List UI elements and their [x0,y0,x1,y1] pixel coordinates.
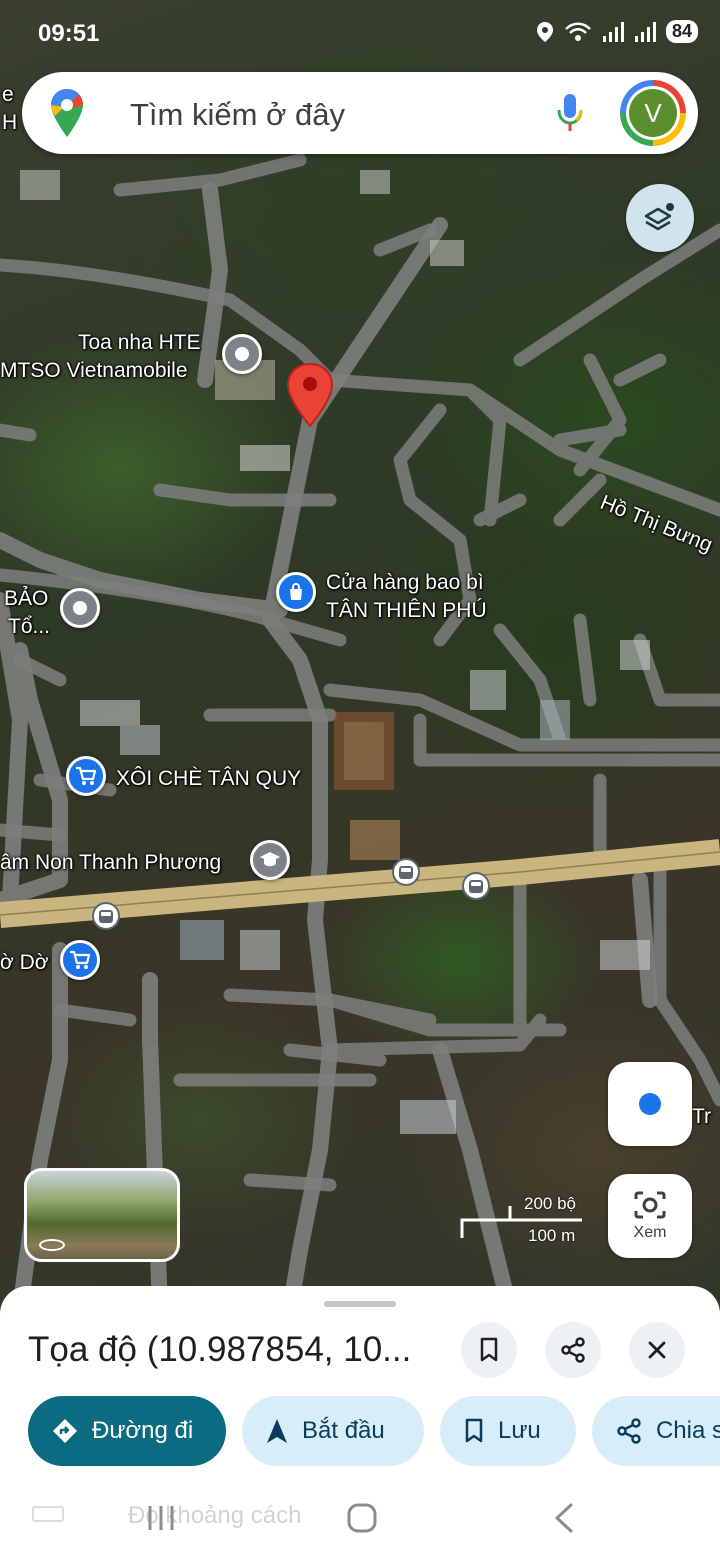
bus-stop-icon[interactable] [462,872,490,900]
shopping-cart-icon [76,766,97,785]
layers-icon [644,203,674,231]
voice-search-button[interactable] [550,90,590,136]
save-label: Lưu [498,1417,541,1444]
drag-handle[interactable] [324,1301,396,1307]
start-chip[interactable]: Bắt đầu [242,1396,424,1466]
poi-label-mam-non[interactable]: âm Non Thanh Phương [0,850,221,875]
status-icons: 84 [536,20,698,43]
bookmark-button[interactable] [461,1322,517,1378]
my-location-button[interactable] [608,1062,692,1146]
edge-label-right: Tr [692,1105,712,1128]
poi-label-cua-hang-1[interactable]: Cửa hàng bao bì [326,570,484,595]
directions-label: Đường đi [92,1417,194,1444]
avatar-letter: V [629,89,677,137]
lens-view-button[interactable]: Xem [608,1174,692,1258]
coordinates-title: Tọa độ (10.987854, 10... [28,1330,412,1369]
poi-pin-cua-hang[interactable] [276,572,316,612]
dropped-pin-icon[interactable] [286,362,334,428]
search-bar[interactable]: Tìm kiếm ở đây V [22,72,698,154]
directions-icon [53,1419,77,1443]
microphone-icon [557,94,583,131]
location-icon [536,21,553,42]
poi-label-mtso[interactable]: MTSO Vietnamobile [0,358,188,383]
my-location-icon [639,1093,661,1115]
recent-apps-button[interactable] [146,1504,176,1532]
poi-label-cua-hang-2[interactable]: TÂN THIÊN PHÚ [326,598,487,623]
back-button[interactable] [552,1502,576,1534]
share-icon [617,1418,641,1444]
poi-label-toa-nha[interactable]: Toa nha HTE [78,330,201,355]
poi-label-o-do[interactable]: ờ Dờ [0,950,49,975]
status-bar: 09:51 84 [0,0,720,64]
bookmark-icon [480,1337,498,1362]
bus-stop-icon[interactable] [392,858,420,886]
system-navigation-bar: Đo khoảng cách [0,1480,720,1560]
status-time: 09:51 [38,20,100,47]
google-maps-logo-icon [51,89,83,137]
poi-pin-bao-to[interactable] [60,588,100,628]
home-button[interactable] [346,1502,378,1534]
account-avatar[interactable]: V [620,80,686,146]
share-label: Chia s [655,1417,720,1444]
ruler-icon [32,1506,64,1522]
street-view-thumbnail[interactable] [24,1168,180,1262]
wifi-icon [565,22,591,41]
edge-label-left-1: e [2,83,14,106]
directions-chip[interactable]: Đường đi [28,1396,226,1466]
poi-dot-icon [73,601,87,615]
action-chips: Đường đi Bắt đầu Lưu Chia s [28,1396,720,1466]
search-input[interactable]: Tìm kiếm ở đây [130,97,345,133]
edge-label-left-2: H [2,111,18,134]
start-label: Bắt đầu [302,1417,385,1444]
share-chip[interactable]: Chia s [592,1396,720,1466]
battery-indicator: 84 [665,20,698,43]
navigation-arrow-icon [267,1419,287,1443]
share-button[interactable] [545,1322,601,1378]
bus-stop-icon[interactable] [92,902,120,930]
save-chip[interactable]: Lưu [440,1396,576,1466]
poi-dot-icon [235,347,249,361]
poi-pin-toa-nha[interactable] [222,334,262,374]
share-icon [561,1337,585,1363]
poi-label-xoi-che[interactable]: XÔI CHÈ TÂN QUY [116,766,301,791]
signal-icon [602,21,624,42]
shopping-cart-icon [70,950,91,969]
close-button[interactable] [629,1322,685,1378]
panorama-360-icon [39,1239,65,1251]
poi-label-bao[interactable]: BẢO [4,586,48,611]
poi-pin-xoi-che[interactable] [66,756,106,796]
poi-pin-mam-non[interactable] [250,840,290,880]
map-scale: 200 bộ 100 m [458,1194,588,1250]
close-icon [648,1341,666,1359]
bookmark-icon [465,1418,483,1443]
signal-icon-2 [634,21,656,42]
camera-lens-icon [634,1191,666,1219]
school-cap-icon [260,852,280,867]
poi-pin-o-do[interactable] [60,940,100,980]
scale-bar-icon [460,1206,582,1238]
poi-label-to[interactable]: Tổ... [8,614,50,639]
shopping-bag-icon [290,583,302,600]
map-layers-button[interactable] [626,184,694,252]
lens-label: Xem [633,1224,667,1241]
